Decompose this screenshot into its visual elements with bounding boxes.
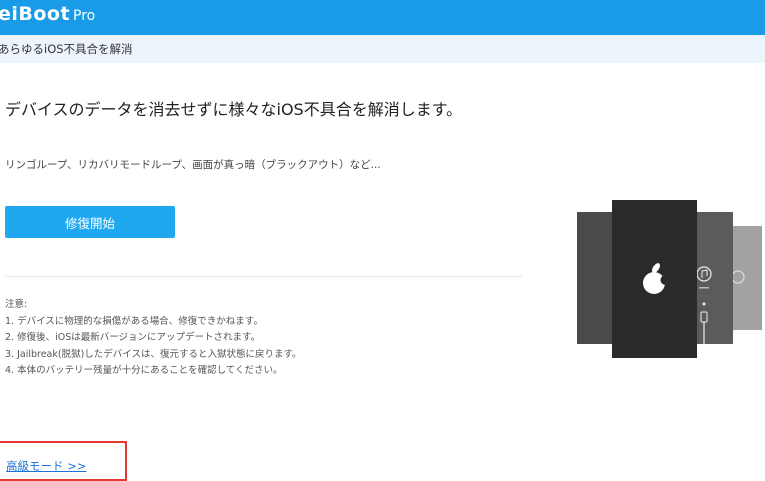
notes-section: 注意: 1. デバイスに物理的な損傷がある場合、修復できかねます。 2. 修復後… <box>5 297 525 380</box>
note-item: 2. 修復後、iOSは最新バージョンにアップデートされます。 <box>5 332 261 343</box>
app-edition: Pro <box>73 8 96 24</box>
title-bar: eiBoot Pro <box>0 0 765 35</box>
note-item: 4. 本体のバッテリー残量が十分にあることを確認してください。 <box>5 365 283 376</box>
note-item: 3. Jailbreak(脱獄)したデバイスは、復元すると入獄状態に戻ります。 <box>5 348 302 360</box>
divider <box>5 276 522 277</box>
back-screen-right <box>695 212 733 344</box>
start-repair-button[interactable]: 修復開始 <box>5 206 175 238</box>
mode-title: あらゆるiOS不具合を解消 <box>0 42 133 56</box>
back-screen-far-right <box>731 226 762 330</box>
back-screen-left <box>577 212 613 344</box>
page-headline: デバイスのデータを消去せずに様々なiOS不具合を解消します。 <box>5 100 463 119</box>
notes-title: 注意: <box>5 299 28 310</box>
connector-dot <box>702 302 706 306</box>
device-screens-illustration <box>577 200 762 358</box>
issue-examples: リンゴループ、リカバリモードループ、画面が真っ暗（ブラックアウト）など... <box>5 159 381 171</box>
app-name: eiBoot <box>0 3 71 25</box>
note-item: 1. デバイスに物理的な損傷がある場合、修復できかねます。 <box>5 315 263 327</box>
mode-bar: あらゆるiOS不具合を解消 <box>0 35 765 63</box>
